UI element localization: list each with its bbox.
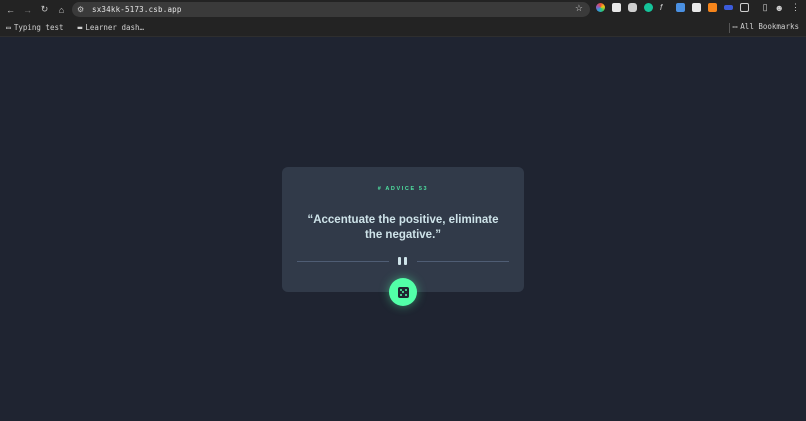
pause-icon — [397, 257, 408, 265]
url-text[interactable]: sx34kk-5173.csb.app — [92, 5, 182, 14]
divider-line-left — [297, 261, 389, 262]
side-panel-icon[interactable]: ▯ — [763, 2, 768, 13]
advice-quote: “Accentuate the positive, eliminate the … — [307, 214, 499, 241]
home-icon[interactable]: ⌂ — [55, 3, 68, 16]
all-bookmarks[interactable]: ▭ All Bookmarks — [733, 22, 799, 31]
browser-toolbar: ← → ↻ ⌂ ⚙ sx34kk-5173.csb.app ☆ f ▯ ☻ ⋮ — [0, 0, 806, 19]
bookmark-label: Learner dash… — [85, 23, 145, 32]
grammarly-extension-icon[interactable] — [644, 3, 653, 12]
color-extension-icon[interactable] — [596, 3, 605, 12]
advice-id-label: # ADVICE 53 — [377, 186, 429, 192]
site-settings-icon[interactable]: ⚙ — [77, 5, 89, 14]
new-advice-button[interactable] — [389, 278, 417, 306]
page-viewport: # ADVICE 53 “Accentuate the positive, el… — [0, 37, 806, 421]
reload-icon[interactable]: ↻ — [38, 3, 51, 16]
forward-icon[interactable]: → — [21, 3, 34, 16]
bookmark-learner-dash[interactable]: ▬ Learner dash… — [78, 23, 145, 32]
camera-extension-icon[interactable] — [628, 3, 637, 12]
extensions-tray: f — [596, 3, 756, 12]
calendar-extension-icon[interactable] — [692, 3, 701, 12]
bookmark-star-icon[interactable]: ☆ — [575, 3, 583, 14]
pip-extension-icon[interactable] — [724, 5, 733, 10]
bookmark-typing-test[interactable]: ▭ Typing test — [6, 23, 64, 32]
divider-line-right — [417, 261, 509, 262]
favicon-icon: ▬ — [77, 23, 83, 32]
browser-window: ← → ↻ ⌂ ⚙ sx34kk-5173.csb.app ☆ f ▯ ☻ ⋮ — [0, 0, 806, 421]
bookmarks-bar: ▭ Typing test ▬ Learner dash… ▭ All Book… — [0, 19, 806, 37]
notion-extension-icon[interactable] — [612, 3, 621, 12]
profile-avatar-icon[interactable]: ☻ — [775, 3, 784, 13]
toolbar-right: ▯ ☻ ⋮ — [756, 2, 800, 13]
folder-icon: ▭ — [6, 23, 11, 32]
puzzle-extensions-icon[interactable] — [740, 3, 749, 12]
all-bookmarks-label: All Bookmarks — [740, 22, 799, 31]
function-extension-icon[interactable]: f — [660, 3, 669, 12]
bookmark-label: Typing test — [13, 23, 64, 32]
address-bar[interactable]: ⚙ sx34kk-5173.csb.app ☆ — [72, 2, 590, 17]
back-icon[interactable]: ← — [4, 3, 17, 16]
metamask-extension-icon[interactable] — [708, 3, 717, 12]
more-menu-icon[interactable]: ⋮ — [791, 2, 800, 13]
download-extension-icon[interactable] — [676, 3, 685, 12]
folder-icon: ▭ — [732, 22, 738, 31]
dice-icon — [397, 286, 409, 298]
bookmarks-separator — [729, 23, 730, 33]
pattern-divider — [297, 256, 509, 266]
advice-card: # ADVICE 53 “Accentuate the positive, el… — [282, 167, 524, 292]
